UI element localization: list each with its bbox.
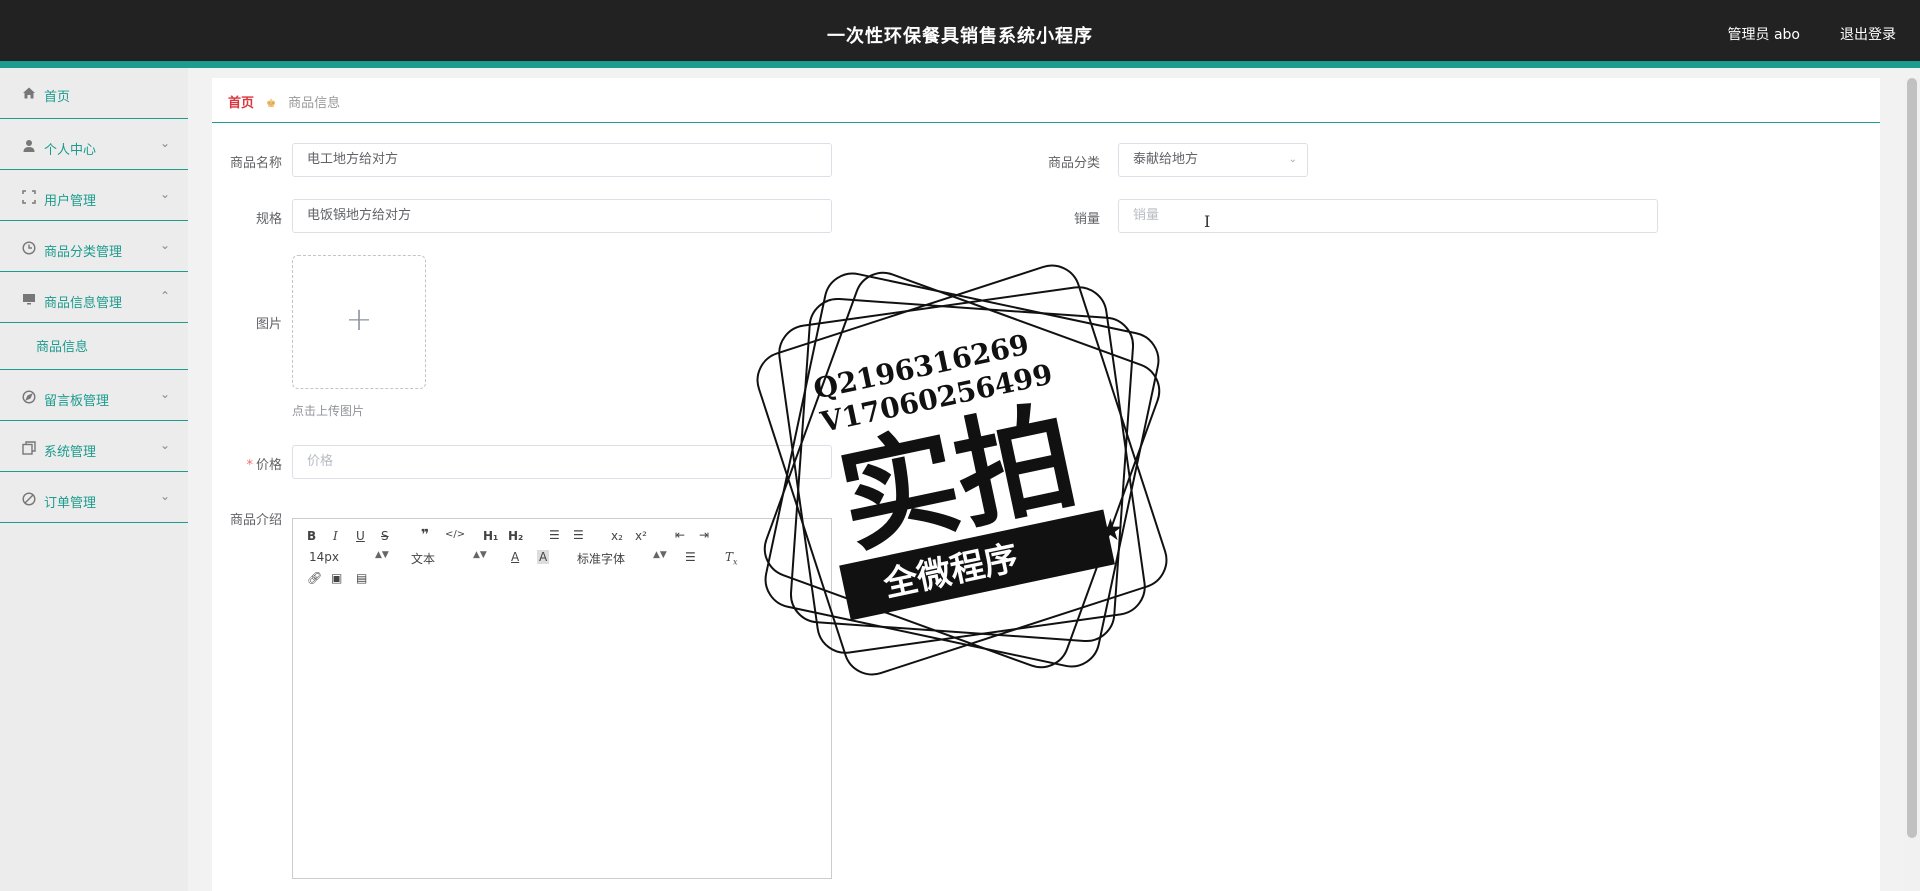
sidebar-item-messages[interactable]: 留言板管理 ⌄ — [0, 370, 188, 421]
chevron-down-icon: ⌄ — [159, 238, 170, 252]
image-label: 图片 — [255, 317, 282, 332]
image-upload-button[interactable]: + — [292, 255, 426, 389]
sidebar-item-orders[interactable]: 订单管理 ⌄ — [0, 472, 188, 523]
updown-icon: ▲▼ — [653, 550, 667, 560]
sidebar-item-category[interactable]: 商品分类管理 ⌄ — [0, 221, 188, 272]
crown-icon: ♚ — [266, 97, 277, 110]
user-icon — [22, 139, 36, 153]
category-value: 泰献给地方 — [1133, 152, 1199, 167]
indent-icon[interactable]: ⇥ — [699, 528, 709, 542]
bullet-list-icon[interactable]: ☰ — [573, 528, 584, 542]
updown-icon: ▲▼ — [375, 550, 389, 560]
sales-input[interactable]: 销量 — [1118, 199, 1658, 233]
image-icon[interactable]: ▣ — [331, 571, 342, 585]
sidebar-item-system[interactable]: 系统管理 ⌄ — [0, 421, 188, 472]
monitor-icon — [22, 292, 36, 306]
name-input[interactable]: 电工地方给对方 — [292, 143, 832, 177]
ordered-list-icon[interactable]: ☰ — [549, 528, 560, 542]
price-label: * 价格 — [246, 458, 282, 473]
home-icon — [22, 86, 36, 100]
superscript-icon[interactable]: x² — [635, 529, 647, 543]
sidebar-item-label: 商品信息管理 — [44, 296, 123, 311]
top-bar: 一次性环保餐具销售系统小程序 管理员 abo 退出登录 — [0, 0, 1920, 68]
italic-icon[interactable]: I — [333, 529, 338, 543]
align-icon[interactable]: ☰ — [685, 550, 696, 564]
sidebar-item-home[interactable]: 首页 — [0, 68, 188, 119]
chevron-down-icon: ⌄ — [159, 136, 170, 150]
background-color-icon[interactable]: A — [537, 550, 550, 564]
text-cursor-icon: I — [1204, 212, 1211, 231]
copy-icon — [22, 441, 36, 455]
sidebar-subitem-product-info[interactable]: 商品信息 — [0, 323, 188, 370]
chevron-down-icon: ⌄ — [159, 489, 170, 503]
plus-icon: + — [345, 300, 373, 338]
video-icon[interactable]: ▤ — [356, 571, 367, 585]
current-user: 管理员 abo — [1727, 27, 1800, 43]
svg-text:★: ★ — [842, 573, 869, 608]
underline-icon[interactable]: U — [356, 529, 365, 543]
intro-label: 商品介绍 — [229, 513, 282, 528]
sidebar-item-personal[interactable]: 个人中心 ⌄ — [0, 119, 188, 170]
category-label: 商品分类 — [1047, 156, 1100, 171]
category-select[interactable]: 泰献给地方 ⌄ — [1118, 143, 1308, 177]
watermark-stamp: Q2196316269 V17060256499 实拍 全微程序 ★ ★ — [742, 250, 1182, 690]
sidebar-item-label: 个人中心 — [44, 143, 97, 158]
scrollbar[interactable] — [1904, 78, 1920, 891]
font-size-picker[interactable]: 14px ▲▼ — [309, 550, 389, 564]
upload-tip: 点击上传图片 — [292, 404, 365, 418]
logout-button[interactable]: 退出登录 — [1840, 24, 1896, 44]
sidebar-item-label: 首页 — [44, 90, 71, 105]
clock-icon — [22, 241, 36, 255]
spec-label: 规格 — [255, 212, 282, 227]
sidebar-item-users[interactable]: 用户管理 ⌄ — [0, 170, 188, 221]
chevron-down-icon: ⌄ — [159, 187, 170, 201]
breadcrumb: 首页 ♚ 商品信息 — [228, 92, 340, 111]
blockquote-icon[interactable]: ❞ — [421, 527, 429, 543]
updown-icon: ▲▼ — [473, 550, 487, 560]
strike-icon[interactable]: S — [381, 529, 389, 543]
name-label: 商品名称 — [229, 156, 282, 171]
sales-label: 销量 — [1073, 212, 1100, 227]
h1-icon[interactable]: H₁ — [483, 529, 498, 543]
breadcrumb-home[interactable]: 首页 — [228, 96, 254, 111]
fullscreen-icon — [22, 190, 36, 204]
sidebar-item-label: 商品分类管理 — [44, 245, 123, 260]
chevron-down-icon: ⌄ — [159, 387, 170, 401]
clear-format-icon[interactable]: Tx — [725, 550, 738, 566]
required-mark: * — [246, 458, 253, 473]
text-color-icon[interactable]: A — [511, 550, 519, 564]
spec-input[interactable]: 电饭锅地方给对方 — [292, 199, 832, 233]
sidebar-item-label: 订单管理 — [44, 496, 97, 511]
font-family-picker[interactable]: 标准字体 ▲▼ — [577, 550, 667, 567]
h2-icon[interactable]: H₂ — [508, 529, 523, 543]
bold-icon[interactable]: B — [307, 529, 316, 543]
chevron-up-icon: ⌃ — [159, 289, 170, 303]
link-icon[interactable]: 🔗︎ — [307, 571, 322, 585]
svg-text:★: ★ — [1097, 513, 1124, 548]
chevron-down-icon: ⌄ — [159, 438, 170, 452]
app-title: 一次性环保餐具销售系统小程序 — [827, 26, 1093, 47]
sidebar-item-label: 用户管理 — [44, 194, 97, 209]
sidebar-item-products[interactable]: 商品信息管理 ⌃ — [0, 272, 188, 323]
breadcrumb-current: 商品信息 — [288, 96, 341, 111]
chevron-down-icon: ⌄ — [1288, 154, 1297, 165]
subscript-icon[interactable]: x₂ — [611, 529, 623, 543]
sidebar-item-label: 留言板管理 — [44, 394, 110, 409]
sidebar-item-label: 系统管理 — [44, 445, 97, 460]
sidebar: 首页 个人中心 ⌄ 用户管理 ⌄ 商品分类管理 ⌄ 商品信息管理 ⌃ 商品信息 — [0, 68, 188, 891]
scrollbar-thumb[interactable] — [1907, 78, 1917, 838]
compass-icon — [22, 390, 36, 404]
code-block-icon[interactable]: </> — [445, 529, 465, 540]
header-picker[interactable]: 文本 ▲▼ — [411, 550, 491, 567]
discount-icon — [22, 492, 36, 506]
outdent-icon[interactable]: ⇤ — [675, 528, 685, 542]
breadcrumb-divider — [212, 122, 1880, 123]
top-bar-accent — [0, 61, 1920, 68]
sidebar-subitem-label: 商品信息 — [36, 340, 89, 355]
